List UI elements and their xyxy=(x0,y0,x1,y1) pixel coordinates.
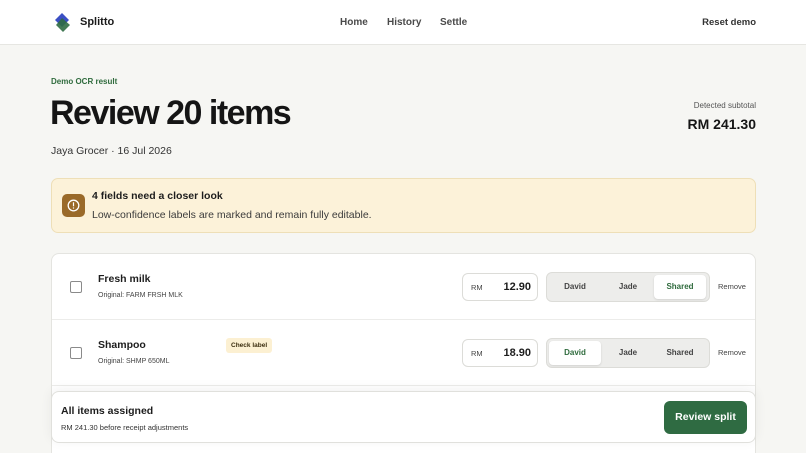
assignee-segmented-control: David Jade Shared xyxy=(546,272,710,302)
top-navigation-bar: Splitto Home History Settle Reset demo xyxy=(0,0,806,45)
item-row: Fresh milk Original: FARM FRSH MLK RM 12… xyxy=(52,254,755,320)
info-icon xyxy=(62,194,85,217)
assign-jade-option[interactable]: Jade xyxy=(602,275,654,299)
item-row: Shampoo Check label Original: SHMP 650ML… xyxy=(52,320,755,386)
assign-david-option[interactable]: David xyxy=(549,275,601,299)
summary-title: All items assigned xyxy=(61,405,154,417)
assign-shared-option[interactable]: Shared xyxy=(654,275,706,299)
item-name[interactable]: Fresh milk xyxy=(98,273,151,285)
assignment-summary-bar: All items assigned RM 241.30 before rece… xyxy=(51,391,756,443)
subtotal-label: Detected subtotal xyxy=(693,101,756,110)
nav-home[interactable]: Home xyxy=(340,17,368,28)
price-value[interactable]: 12.90 xyxy=(503,281,531,293)
assign-david-option[interactable]: David xyxy=(549,341,601,365)
receipt-meta: Jaya Grocer · 16 Jul 2026 xyxy=(51,145,172,157)
alert-text: Low-confidence labels are marked and rem… xyxy=(92,209,372,221)
page-title: Review 20 items xyxy=(50,94,292,132)
check-label-badge: Check label xyxy=(226,338,273,353)
nav-settle[interactable]: Settle xyxy=(440,17,467,28)
price-input[interactable]: RM 18.90 xyxy=(462,339,538,367)
price-input[interactable]: RM 12.90 xyxy=(462,273,538,301)
summary-subtitle: RM 241.30 before receipt adjustments xyxy=(61,423,189,432)
item-original-label: Original: FARM FRSH MLK xyxy=(98,292,183,299)
reset-demo-button[interactable]: Reset demo xyxy=(702,17,756,28)
item-select-checkbox[interactable] xyxy=(70,347,82,359)
low-confidence-alert: 4 fields need a closer look Low-confiden… xyxy=(51,178,756,233)
nav-history[interactable]: History xyxy=(387,17,421,28)
item-select-checkbox[interactable] xyxy=(70,281,82,293)
assignee-segmented-control: David Jade Shared xyxy=(546,338,710,368)
item-name[interactable]: Shampoo xyxy=(98,339,146,351)
item-original-label: Original: SHMP 650ML xyxy=(98,358,170,365)
price-value[interactable]: 18.90 xyxy=(503,347,531,359)
page-eyebrow: Demo OCR result xyxy=(51,77,118,86)
remove-item-button[interactable]: Remove xyxy=(718,348,746,357)
assign-shared-option[interactable]: Shared xyxy=(654,341,706,365)
price-currency: RM xyxy=(471,283,483,292)
brand-name[interactable]: Splitto xyxy=(80,16,114,28)
subtotal-value: RM 241.30 xyxy=(687,116,756,132)
splitto-logo-icon[interactable] xyxy=(53,13,71,32)
review-split-button[interactable]: Review split xyxy=(664,401,747,434)
assign-jade-option[interactable]: Jade xyxy=(602,341,654,365)
alert-title: 4 fields need a closer look xyxy=(92,190,223,202)
remove-item-button[interactable]: Remove xyxy=(718,282,746,291)
price-currency: RM xyxy=(471,349,483,358)
